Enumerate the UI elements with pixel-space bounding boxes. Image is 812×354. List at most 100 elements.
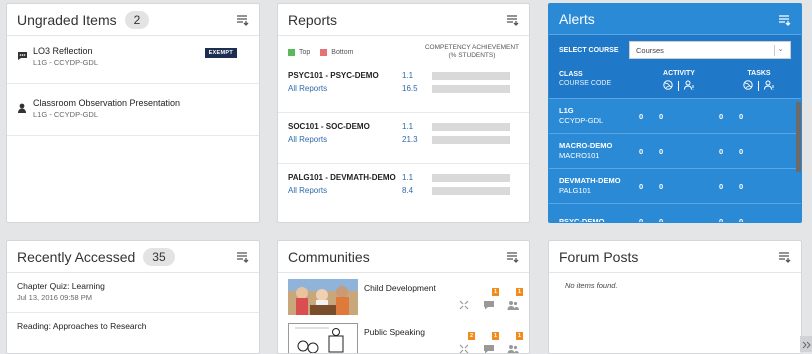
competency-header-line1: COMPETENCY ACHIEVEMENT [424, 44, 519, 51]
community-thumbnail [288, 323, 358, 353]
reports-header: Reports [278, 4, 529, 36]
task-count-1: 0 [719, 146, 724, 156]
members-count-badge: 1 [515, 288, 523, 296]
activity-count-1: 0 [639, 217, 644, 223]
chat-icon[interactable]: 1 [483, 332, 499, 353]
forum-menu-icon[interactable] [779, 250, 791, 263]
communities-menu-icon[interactable] [507, 250, 519, 263]
alerts-table-header: CLASS COURSE CODE ACTIVITY TASKS [549, 65, 801, 99]
select-course-label: SELECT COURSE [559, 46, 619, 54]
report-top-bar [432, 122, 510, 131]
ungraded-items-title: Ungraded Items [17, 11, 117, 28]
collapse-icon[interactable] [459, 297, 471, 310]
alert-class: PSYC-DEMO [559, 216, 605, 223]
globe-icon [663, 80, 673, 92]
ungraded-item-title[interactable]: Classroom Observation Presentation [33, 98, 180, 108]
communities-card: Communities Child Development 1 1 Public… [277, 240, 530, 354]
reports-legend: Top Bottom COMPETENCY ACHIEVEMENT (% STU… [278, 36, 529, 62]
all-reports-link[interactable]: All Reports [288, 84, 402, 93]
chat-icon[interactable]: 1 [483, 288, 499, 310]
divider [678, 81, 679, 91]
ungraded-item-course: L1G - CCYDP-GDL [33, 110, 99, 119]
community-item[interactable]: Public Speaking 2 1 1 [278, 317, 529, 353]
course-select[interactable]: Courses ⌄ [629, 41, 791, 59]
alert-row[interactable]: DEVMATH-DEMO PALG101 0 0 0 0 [549, 169, 801, 204]
alert-row[interactable]: L1G CCYDP-GDL 0 0 0 0 [549, 99, 801, 134]
ungraded-item-title[interactable]: LO3 Reflection [33, 46, 98, 56]
activity-count-1: 0 [639, 181, 644, 191]
resize-handle-icon[interactable] [800, 336, 812, 352]
col-course-code-label: COURSE CODE [559, 80, 612, 87]
recent-item[interactable]: Chapter Quiz: Learning Jul 13, 2016 09:5… [7, 273, 259, 313]
task-count-2: 0 [739, 111, 744, 121]
reports-card: Reports Top Bottom COMPETENCY ACHIEVEMEN… [277, 3, 530, 223]
alert-row[interactable]: PSYC-DEMO 0 0 0 0 [549, 204, 801, 223]
divider [758, 81, 759, 91]
report-bottom-value: 8.4 [402, 186, 414, 195]
community-thumbnail [288, 279, 358, 315]
ungraded-item[interactable]: LO3 Reflection L1G - CCYDP-GDL EXEMPT [7, 36, 259, 84]
globe-icon [743, 80, 753, 92]
report-top-value: 1.1 [402, 122, 414, 131]
recent-item-date: Jul 13, 2016 09:58 PM [17, 293, 93, 302]
ungraded-items-card: Ungraded Items 2 LO3 Reflection L1G - CC… [6, 3, 260, 223]
forum-posts-header: Forum Posts [549, 241, 801, 273]
course-select-value: Courses [636, 45, 664, 55]
task-count-2: 0 [739, 146, 744, 156]
ungraded-item-course: L1G - CCYDP-GDL [33, 58, 99, 67]
activity-count-1: 0 [639, 146, 644, 156]
report-row: SOC101 - SOC-DEMO 1.1 All Reports 21.3 [278, 113, 529, 164]
all-reports-link[interactable]: All Reports [288, 135, 402, 144]
alert-class: L1G [559, 106, 574, 115]
ungraded-menu-icon[interactable] [237, 13, 249, 26]
user-icon [17, 100, 29, 127]
col-activity-label: ACTIVITY [663, 70, 695, 77]
collapse-icon[interactable]: 2 [459, 332, 475, 353]
alert-course-code: CCYDP-GDL [559, 116, 604, 125]
task-count-2: 0 [739, 181, 744, 191]
top-swatch [288, 48, 295, 56]
report-course-name: SOC101 - SOC-DEMO [288, 122, 370, 131]
alerts-card: Alerts SELECT COURSE Courses ⌄ CLASS COU… [548, 3, 802, 223]
members-icon[interactable]: 1 [507, 332, 523, 353]
bottom-swatch [320, 48, 328, 56]
reports-menu-icon[interactable] [507, 13, 519, 26]
alerts-scrollbar[interactable] [796, 102, 801, 172]
recently-accessed-card: Recently Accessed 35 Chapter Quiz: Learn… [6, 240, 260, 354]
activity-count-2: 0 [659, 111, 664, 121]
ungraded-count-badge: 2 [124, 10, 150, 29]
forum-posts-card: Forum Posts No items found. [548, 240, 802, 354]
recently-accessed-header: Recently Accessed 35 [7, 241, 259, 273]
forum-empty-message: No items found. [565, 281, 618, 290]
communities-title: Communities [288, 248, 370, 265]
recently-accessed-title: Recently Accessed [17, 248, 136, 265]
members-count-badge: 1 [515, 332, 523, 340]
activity-count-2: 0 [659, 181, 664, 191]
recent-item-title[interactable]: Chapter Quiz: Learning [17, 281, 249, 291]
members-icon[interactable]: 1 [507, 288, 523, 310]
task-count-1: 0 [719, 111, 724, 121]
alert-row[interactable]: MACRO-DEMO MACRO101 0 0 0 0 [549, 134, 801, 169]
report-top-value: 1.1 [402, 71, 414, 80]
task-count-1: 0 [719, 217, 724, 223]
user-alert-icon [764, 80, 775, 92]
report-bottom-bar [432, 186, 510, 195]
report-bottom-bar [432, 84, 510, 93]
report-bottom-value: 21.3 [402, 135, 418, 144]
legend-bottom-label: Bottom [331, 48, 354, 56]
alerts-menu-icon[interactable] [779, 13, 791, 26]
community-name[interactable]: Child Development [364, 283, 436, 317]
community-item[interactable]: Child Development 1 1 [278, 273, 529, 317]
recent-menu-icon[interactable] [237, 250, 249, 263]
all-reports-link[interactable]: All Reports [288, 186, 402, 195]
chevron-down-icon: ⌄ [774, 45, 786, 56]
recent-item-title[interactable]: Reading: Approaches to Research [17, 321, 249, 331]
recent-item[interactable]: Reading: Approaches to Research [7, 313, 259, 353]
ungraded-item[interactable]: Classroom Observation Presentation L1G -… [7, 84, 259, 136]
activity-count-2: 0 [659, 217, 664, 223]
alert-course-code: MACRO101 [559, 151, 600, 160]
alerts-title: Alerts [559, 11, 595, 27]
report-top-bar [432, 71, 510, 80]
forum-posts-title: Forum Posts [559, 248, 639, 265]
community-name[interactable]: Public Speaking [364, 327, 425, 353]
